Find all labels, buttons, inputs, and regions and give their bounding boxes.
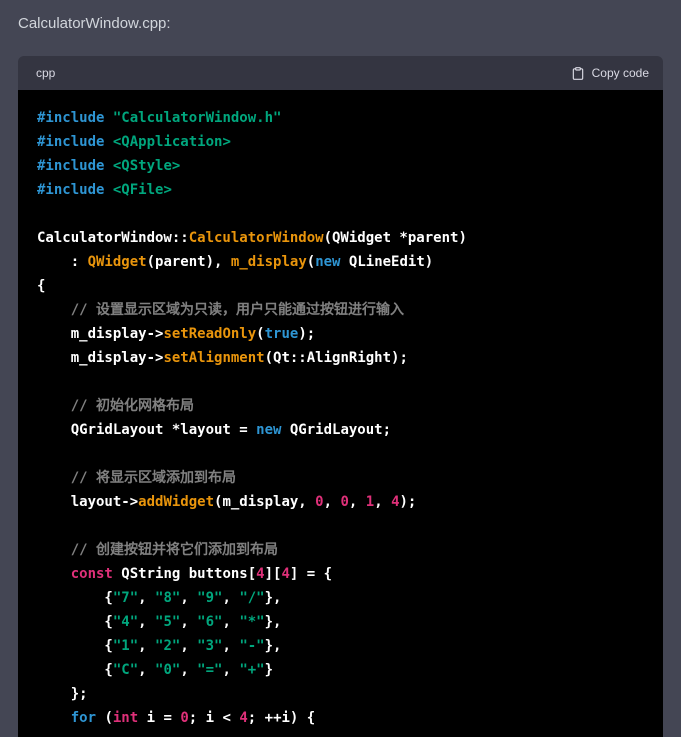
code-line: // 设置显示区域为只读，用户只能通过按钮进行输入	[37, 298, 647, 322]
copy-code-label: Copy code	[592, 66, 649, 80]
code-line	[37, 370, 647, 394]
code-line	[37, 442, 647, 466]
copy-code-button[interactable]: Copy code	[571, 66, 649, 81]
clipboard-icon	[571, 66, 585, 81]
code-line: {	[37, 274, 647, 298]
code-line: {"7", "8", "9", "/"},	[37, 586, 647, 610]
code-language-label: cpp	[36, 66, 55, 80]
code-line: #include <QStyle>	[37, 154, 647, 178]
assistant-message: CalculatorWindow.cpp: cpp Copy code #inc…	[0, 0, 681, 737]
code-line: // 创建按钮并将它们添加到布局	[37, 538, 647, 562]
code-line: // 初始化网格布局	[37, 394, 647, 418]
code-line: CalculatorWindow::CalculatorWindow(QWidg…	[37, 226, 647, 250]
code-line: m_display->setReadOnly(true);	[37, 322, 647, 346]
code-line: const QString buttons[4][4] = {	[37, 562, 647, 586]
code-block-header: cpp Copy code	[18, 56, 663, 90]
code-line: // 将显示区域添加到布局	[37, 466, 647, 490]
code-content: #include "CalculatorWindow.h"#include <Q…	[18, 90, 663, 737]
code-line: };	[37, 682, 647, 706]
code-line: layout->addWidget(m_display, 0, 0, 1, 4)…	[37, 490, 647, 514]
code-line: #include <QFile>	[37, 178, 647, 202]
code-line: #include "CalculatorWindow.h"	[37, 106, 647, 130]
code-block: cpp Copy code #include "CalculatorWindow…	[18, 56, 663, 737]
code-line	[37, 202, 647, 226]
code-line: : QWidget(parent), m_display(new QLineEd…	[37, 250, 647, 274]
code-line: {"C", "0", "=", "+"}	[37, 658, 647, 682]
code-line: for (int i = 0; i < 4; ++i) {	[37, 706, 647, 730]
code-line: #include <QApplication>	[37, 130, 647, 154]
code-line: QGridLayout *layout = new QGridLayout;	[37, 418, 647, 442]
code-line: {"1", "2", "3", "-"},	[37, 634, 647, 658]
code-line: m_display->setAlignment(Qt::AlignRight);	[37, 346, 647, 370]
intro-text: CalculatorWindow.cpp:	[18, 14, 663, 34]
code-line: {"4", "5", "6", "*"},	[37, 610, 647, 634]
code-line	[37, 514, 647, 538]
